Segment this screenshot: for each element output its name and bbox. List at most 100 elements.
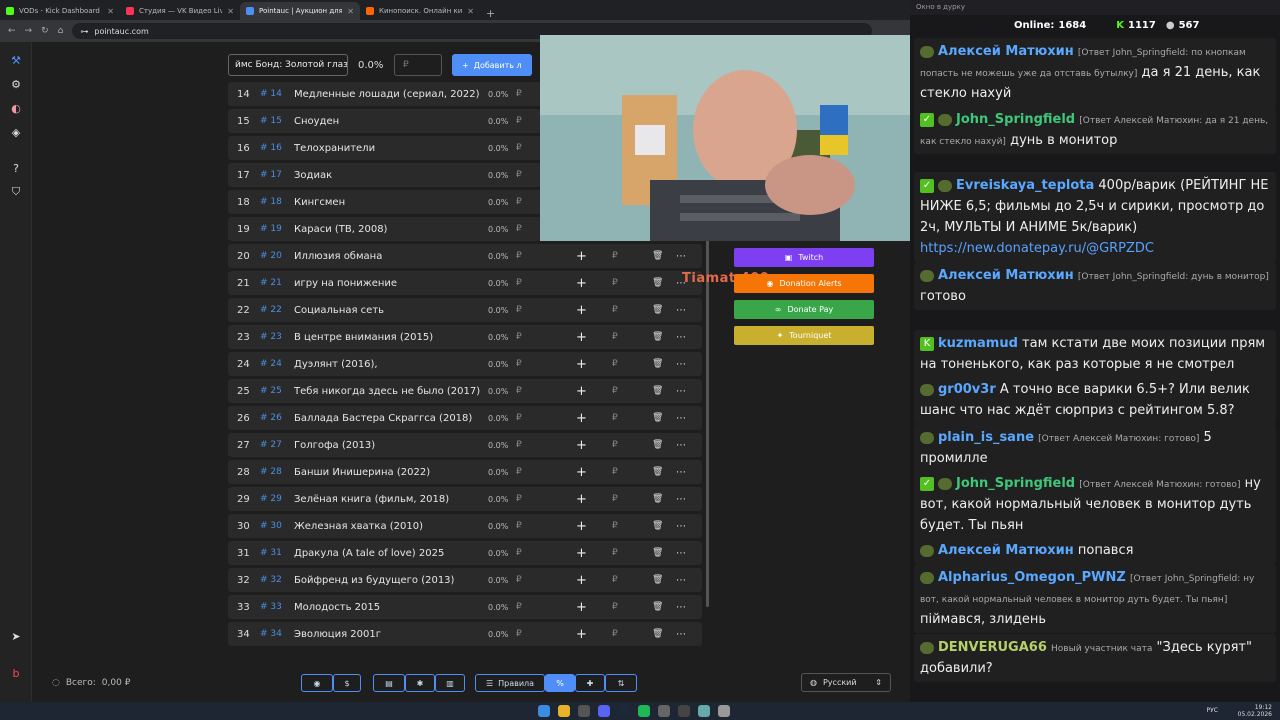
add-amount-button[interactable]: + xyxy=(576,330,612,345)
clear-button[interactable]: ▥ xyxy=(435,674,465,692)
add-amount-input[interactable]: ₽ xyxy=(612,467,652,477)
chat-username[interactable]: Алексей Матюхин xyxy=(938,543,1074,558)
lot-id[interactable]: # 19 xyxy=(256,224,294,234)
keyboard-language[interactable]: РУС xyxy=(1207,707,1218,714)
auction-icon[interactable]: ⚒ xyxy=(9,54,23,68)
lot-amount-input[interactable]: ₽ xyxy=(394,54,442,76)
trash-icon[interactable]: 🗑 xyxy=(652,305,676,315)
rules-button[interactable]: ☰ Правила xyxy=(475,674,545,692)
lot-row[interactable]: 21 # 21 игру на понижение 0.0% ₽ + ₽ 🗑 ⋯ xyxy=(228,271,702,295)
lot-row[interactable]: 34 # 34 Эволюция 2001г 0.0% ₽ + ₽ 🗑 ⋯ xyxy=(228,622,702,646)
chat-link[interactable]: https://new.donatepay.ru/@GRPZDC xyxy=(920,241,1154,256)
trash-icon[interactable]: 🗑 xyxy=(652,467,676,477)
more-options-icon[interactable]: ⋯ xyxy=(676,386,696,397)
lot-amount[interactable]: ₽ xyxy=(516,629,576,639)
browser-tab-pointauc[interactable]: Pointauc | Аукцион для стрим ✕ xyxy=(240,2,360,20)
add-amount-input[interactable]: ₽ xyxy=(612,575,652,585)
lot-id[interactable]: # 17 xyxy=(256,170,294,180)
history-button[interactable]: ▤ xyxy=(373,674,405,692)
lot-id[interactable]: # 30 xyxy=(256,521,294,531)
lot-name[interactable]: Социальная сеть xyxy=(294,305,488,316)
add-amount-input[interactable]: ₽ xyxy=(612,251,652,261)
eye-off-icon[interactable]: ◌ xyxy=(52,678,60,688)
taskbar-app-icon[interactable] xyxy=(718,705,730,717)
boosty-icon[interactable]: b xyxy=(9,667,23,681)
chat-username[interactable]: DENVERUGA66 xyxy=(938,640,1047,655)
lot-name[interactable]: Зелёная книга (фильм, 2018) xyxy=(294,494,488,505)
lot-name[interactable]: Сноуден xyxy=(294,116,488,127)
gear-icon[interactable]: ⚙ xyxy=(9,78,23,92)
chat-username[interactable]: Evreiskaya_teplota xyxy=(956,178,1094,193)
lot-id[interactable]: # 14 xyxy=(256,89,294,99)
add-amount-button[interactable]: + xyxy=(576,546,612,561)
lot-id[interactable]: # 27 xyxy=(256,440,294,450)
percent-toggle[interactable]: % xyxy=(545,674,575,692)
lot-row[interactable]: 33 # 33 Молодость 2015 0.0% ₽ + ₽ 🗑 ⋯ xyxy=(228,595,702,619)
lot-id[interactable]: # 15 xyxy=(256,116,294,126)
add-amount-button[interactable]: + xyxy=(576,249,612,264)
trash-icon[interactable]: 🗑 xyxy=(652,386,676,396)
donate-button[interactable]: $ xyxy=(333,674,361,692)
lot-amount[interactable]: ₽ xyxy=(516,305,576,315)
trash-icon[interactable]: 🗑 xyxy=(652,413,676,423)
add-amount-input[interactable]: ₽ xyxy=(612,278,652,288)
more-options-icon[interactable]: ⋯ xyxy=(676,332,696,343)
lot-id[interactable]: # 31 xyxy=(256,548,294,558)
lot-amount[interactable]: ₽ xyxy=(516,521,576,531)
lot-id[interactable]: # 29 xyxy=(256,494,294,504)
lot-id[interactable]: # 32 xyxy=(256,575,294,585)
lot-name[interactable]: Эволюция 2001г xyxy=(294,629,488,640)
add-amount-button[interactable]: + xyxy=(576,519,612,534)
more-options-icon[interactable]: ⋯ xyxy=(676,575,696,586)
add-amount-input[interactable]: ₽ xyxy=(612,305,652,315)
browser-tab-vk[interactable]: Студия — VK Видео Live ✕ xyxy=(120,2,240,20)
lot-id[interactable]: # 22 xyxy=(256,305,294,315)
windows-start-icon[interactable] xyxy=(538,705,550,717)
lot-name[interactable]: Телохранители xyxy=(294,143,488,154)
add-amount-button[interactable]: + xyxy=(576,492,612,507)
add-amount-button[interactable]: + xyxy=(576,357,612,372)
add-amount-button[interactable]: + xyxy=(576,627,612,642)
lot-name[interactable]: Банши Инишерина (2022) xyxy=(294,467,488,478)
layers-icon[interactable]: ◈ xyxy=(9,126,23,140)
add-amount-input[interactable]: ₽ xyxy=(612,521,652,531)
trash-icon[interactable]: 🗑 xyxy=(652,440,676,450)
system-clock[interactable]: 19:12 05.02.2026 xyxy=(1238,704,1272,718)
lot-row[interactable]: 26 # 26 Баллада Бастера Скраггса (2018) 0.0… xyxy=(228,406,702,430)
lot-name[interactable]: игру на понижение xyxy=(294,278,488,289)
telegram-icon[interactable]: ➤ xyxy=(9,630,23,644)
lot-row[interactable]: 22 # 22 Социальная сеть 0.0% ₽ + ₽ 🗑 ⋯ xyxy=(228,298,702,322)
lot-id[interactable]: # 21 xyxy=(256,278,294,288)
chat-username[interactable]: Алексей Матюхин xyxy=(938,268,1074,283)
reload-icon[interactable]: ↻ xyxy=(41,26,49,36)
telegram-taskbar-icon[interactable] xyxy=(698,705,710,717)
add-amount-button[interactable]: + xyxy=(576,303,612,318)
close-tab-icon[interactable]: ✕ xyxy=(347,7,354,16)
more-options-icon[interactable]: ⋯ xyxy=(676,305,696,316)
add-amount-input[interactable]: ₽ xyxy=(612,386,652,396)
lot-amount[interactable]: ₽ xyxy=(516,575,576,585)
lot-amount[interactable]: ₽ xyxy=(516,332,576,342)
spotify-icon[interactable] xyxy=(638,705,650,717)
lot-row[interactable]: 30 # 30 Железная хватка (2010) 0.0% ₽ + ₽ 🗑 ⋯ xyxy=(228,514,702,538)
lot-amount[interactable]: ₽ xyxy=(516,386,576,396)
add-lot-button[interactable]: + Добавить л xyxy=(452,54,532,76)
bug-button[interactable]: ✱ xyxy=(405,674,435,692)
chat-username[interactable]: John_Springfield xyxy=(956,112,1075,127)
trash-icon[interactable]: 🗑 xyxy=(652,332,676,342)
help-icon[interactable]: ? xyxy=(9,162,23,176)
lot-row[interactable]: 31 # 31 Дракула (A tale of love) 2025 0.0% ₽… xyxy=(228,541,702,565)
add-amount-button[interactable]: + xyxy=(576,438,612,453)
lot-name[interactable]: Иллюзия обмана xyxy=(294,251,488,262)
lot-amount[interactable]: ₽ xyxy=(516,467,576,477)
lot-amount[interactable]: ₽ xyxy=(516,359,576,369)
close-tab-icon[interactable]: ✕ xyxy=(107,7,114,16)
trash-icon[interactable]: 🗑 xyxy=(652,278,676,288)
lot-amount[interactable]: ₽ xyxy=(516,413,576,423)
add-amount-button[interactable]: + xyxy=(576,411,612,426)
add-amount-input[interactable]: ₽ xyxy=(612,413,652,423)
taskbar-app-icon[interactable] xyxy=(658,705,670,717)
add-amount-input[interactable]: ₽ xyxy=(612,494,652,504)
site-info-icon[interactable]: ⊶ xyxy=(80,27,88,36)
more-options-icon[interactable]: ⋯ xyxy=(676,440,696,451)
